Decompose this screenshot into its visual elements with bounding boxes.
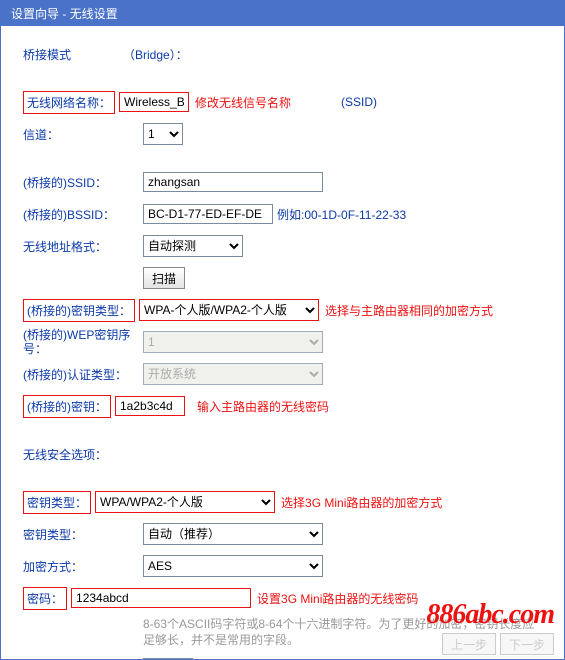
bridged-ssid-label: (桥接的)SSID： bbox=[23, 174, 143, 191]
next-button[interactable]: 下一步 bbox=[500, 633, 554, 655]
password-label: 密码： bbox=[23, 587, 67, 610]
channel-label: 信道： bbox=[23, 126, 143, 143]
back-button[interactable]: 上一步 bbox=[442, 633, 496, 655]
page-title: 设置向导 - 无线设置 bbox=[11, 7, 118, 21]
key-type2-label: 密钥类型： bbox=[23, 526, 143, 543]
watermark-logo: 886abc.com bbox=[426, 599, 554, 631]
key-type-label: 密钥类型： bbox=[23, 491, 91, 514]
bridged-key-type-label: (桥接的)密钥类型： bbox=[23, 299, 135, 322]
bridged-bssid-input[interactable] bbox=[143, 204, 273, 224]
bridged-key-type-select[interactable]: WPA-个人版/WPA2-个人版 bbox=[139, 299, 319, 321]
encrypt-select[interactable]: AES bbox=[143, 555, 323, 577]
security-heading: 无线安全选项： bbox=[23, 446, 143, 463]
bridged-key-type-annot: 选择与主路由器相同的加密方式 bbox=[325, 302, 493, 319]
wifi-name-input[interactable] bbox=[119, 92, 189, 112]
mac-format-select[interactable]: 自动探测 bbox=[143, 235, 243, 257]
wifi-name-label: 无线网络名称： bbox=[23, 91, 115, 114]
bridged-key-annot: 输入主路由器的无线密码 bbox=[197, 398, 329, 415]
encrypt-label: 加密方式： bbox=[23, 558, 143, 575]
bridged-ssid-input[interactable] bbox=[143, 172, 323, 192]
channel-select[interactable]: 1 bbox=[143, 123, 183, 145]
bridged-key-input[interactable] bbox=[115, 396, 185, 416]
password-annot: 设置3G Mini路由器的无线密码 bbox=[257, 590, 418, 607]
auth-type-select: 开放系统 bbox=[143, 363, 323, 385]
password-input[interactable] bbox=[71, 588, 251, 608]
bridge-mode-value: （Bridge）： bbox=[123, 46, 188, 63]
wep-seq-label: (桥接的)WEP密钥序号： bbox=[23, 328, 143, 356]
key-type2-select[interactable]: 自动（推荐） bbox=[143, 523, 323, 545]
bridged-bssid-example: 例如:00-1D-0F-11-22-33 bbox=[277, 206, 406, 223]
key-type-annot: 选择3G Mini路由器的加密方式 bbox=[281, 494, 442, 511]
auth-type-label: (桥接的)认证类型： bbox=[23, 366, 143, 383]
key-type-select[interactable]: WPA/WPA2-个人版 bbox=[95, 491, 275, 513]
wifi-name-suffix: (SSID) bbox=[341, 95, 377, 109]
mac-format-label: 无线地址格式： bbox=[23, 238, 143, 255]
wifi-name-annot: 修改无线信号名称 bbox=[195, 94, 291, 111]
title-bar: 设置向导 - 无线设置 bbox=[1, 1, 564, 26]
bridged-key-label: (桥接的)密钥： bbox=[23, 395, 111, 418]
bridged-bssid-label: (桥接的)BSSID： bbox=[23, 206, 143, 223]
scan-button[interactable]: 扫描 bbox=[143, 267, 185, 289]
wep-seq-select: 1 bbox=[143, 331, 323, 353]
